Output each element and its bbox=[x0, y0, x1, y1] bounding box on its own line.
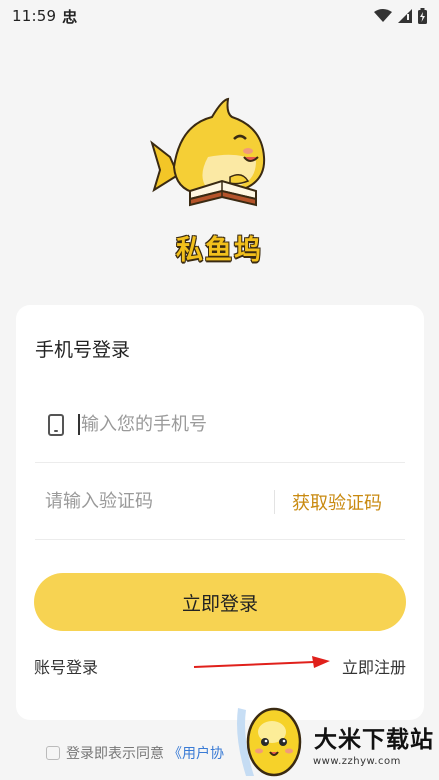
red-arrow-annotation bbox=[193, 656, 330, 668]
agreement-text: 登录即表示同意 bbox=[66, 746, 164, 762]
phone-field-row bbox=[35, 387, 405, 463]
shark-mascot-icon bbox=[150, 97, 266, 207]
user-agreement-link[interactable]: 《用户协 bbox=[168, 743, 224, 763]
phone-input[interactable] bbox=[78, 414, 378, 435]
phone-icon bbox=[48, 413, 64, 436]
agreement-checkbox[interactable] bbox=[46, 746, 60, 760]
code-field-row: 获取验证码 bbox=[35, 464, 405, 540]
login-button[interactable]: 立即登录 bbox=[34, 573, 406, 631]
status-time: 11:59 bbox=[12, 7, 57, 25]
verification-code-input[interactable] bbox=[45, 491, 270, 512]
account-login-link[interactable]: 账号登录 bbox=[34, 654, 98, 678]
login-title: 手机号登录 bbox=[35, 339, 131, 361]
get-code-button[interactable]: 获取验证码 bbox=[292, 489, 382, 515]
agreement-row: 登录即表示同意 《用户协 bbox=[46, 743, 224, 763]
login-card: 手机号登录 获取验证码 立即登录 账号登录 立即注册 bbox=[16, 305, 424, 720]
field-divider bbox=[274, 489, 275, 514]
register-link[interactable]: 立即注册 bbox=[342, 654, 406, 678]
notification-glyph: 忠 bbox=[62, 7, 78, 26]
status-icons bbox=[374, 8, 427, 24]
app-name: 私鱼坞 bbox=[176, 235, 263, 266]
status-bar: 11:59 忠 bbox=[0, 0, 439, 32]
watermark-logo-icon bbox=[237, 707, 302, 777]
signal-icon bbox=[398, 9, 412, 23]
login-screen: 11:59 忠 私鱼坞 手机号登录 输入您的手机号 请输入验证码 获取验证码 立… bbox=[0, 0, 439, 780]
wifi-icon bbox=[374, 9, 392, 22]
battery-icon bbox=[418, 8, 427, 24]
watermark-url: www.zzhyw.com bbox=[313, 756, 401, 767]
watermark-title: 大米下载站 bbox=[314, 727, 434, 753]
